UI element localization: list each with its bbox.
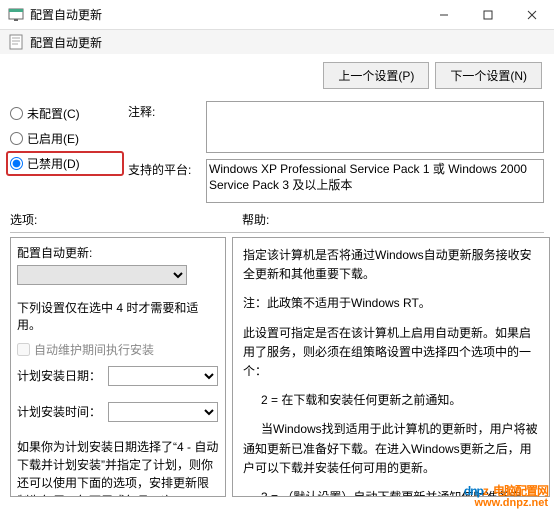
minimize-button[interactable] (422, 0, 466, 30)
app-icon (8, 7, 24, 23)
platform-label: 支持的平台: (128, 159, 200, 203)
comment-textarea[interactable] (206, 101, 544, 153)
auto-maint-label: 自动维护期间执行安装 (34, 341, 154, 358)
options-longtext: 如果你为计划安装日期选择了“4 - 自动下载并计划安装”并指定了计划，则你还可以… (17, 438, 219, 497)
platform-text: Windows XP Professional Service Pack 1 或… (206, 159, 544, 203)
radio-enabled[interactable]: 已启用(E) (10, 130, 128, 147)
auto-maint-checkbox[interactable] (17, 343, 30, 356)
next-setting-button[interactable]: 下一个设置(N) (435, 62, 542, 89)
radio-not-configured[interactable]: 未配置(C) (10, 105, 128, 122)
sched-time-select[interactable] (108, 402, 218, 422)
help-p6: 3 = （默认设置）自动下载更新并通知何时准备安装。 (243, 488, 539, 497)
radio-disabled-input[interactable] (10, 157, 23, 170)
help-section-label: 帮助: (242, 211, 269, 228)
maximize-button[interactable] (466, 0, 510, 30)
page-subtitle: 配置自动更新 (30, 34, 102, 51)
options-section-label: 选项: (10, 211, 242, 228)
prev-setting-button[interactable]: 上一个设置(P) (323, 62, 429, 89)
options-note: 下列设置仅在选中 4 时才需要和适用。 (17, 299, 219, 333)
help-p4: 2 = 在下载和安装任何更新之前通知。 (243, 391, 539, 410)
options-group-label: 配置自动更新: (17, 244, 219, 261)
help-p1: 指定该计算机是否将通过Windows自动更新服务接收安全更新和其他重要下载。 (243, 246, 539, 284)
help-p3: 此设置可指定是否在该计算机上启用自动更新。如果启用了服务，则必须在组策略设置中选… (243, 324, 539, 382)
update-mode-select[interactable] (17, 265, 187, 285)
help-pane: 指定该计算机是否将通过Windows自动更新服务接收安全更新和其他重要下载。 注… (232, 237, 550, 497)
options-pane[interactable]: 配置自动更新: 下列设置仅在选中 4 时才需要和适用。 自动维护期间执行安装 计… (10, 237, 226, 497)
radio-not-configured-input[interactable] (10, 107, 23, 120)
radio-disabled[interactable]: 已禁用(D) (10, 155, 128, 172)
sched-time-label: 计划安装时间： (17, 405, 101, 419)
help-p5: 当Windows找到适用于此计算机的更新时，用户将被通知更新已准备好下载。在进入… (243, 420, 539, 478)
help-p2: 注：此政策不适用于Windows RT。 (243, 294, 539, 313)
close-button[interactable] (510, 0, 554, 30)
sched-day-label: 计划安装日期： (17, 369, 101, 383)
page-icon (8, 34, 24, 50)
radio-enabled-input[interactable] (10, 132, 23, 145)
window-title: 配置自动更新 (30, 6, 422, 23)
sched-day-select[interactable] (108, 366, 218, 386)
comment-label: 注释: (128, 101, 200, 153)
separator (10, 232, 544, 233)
